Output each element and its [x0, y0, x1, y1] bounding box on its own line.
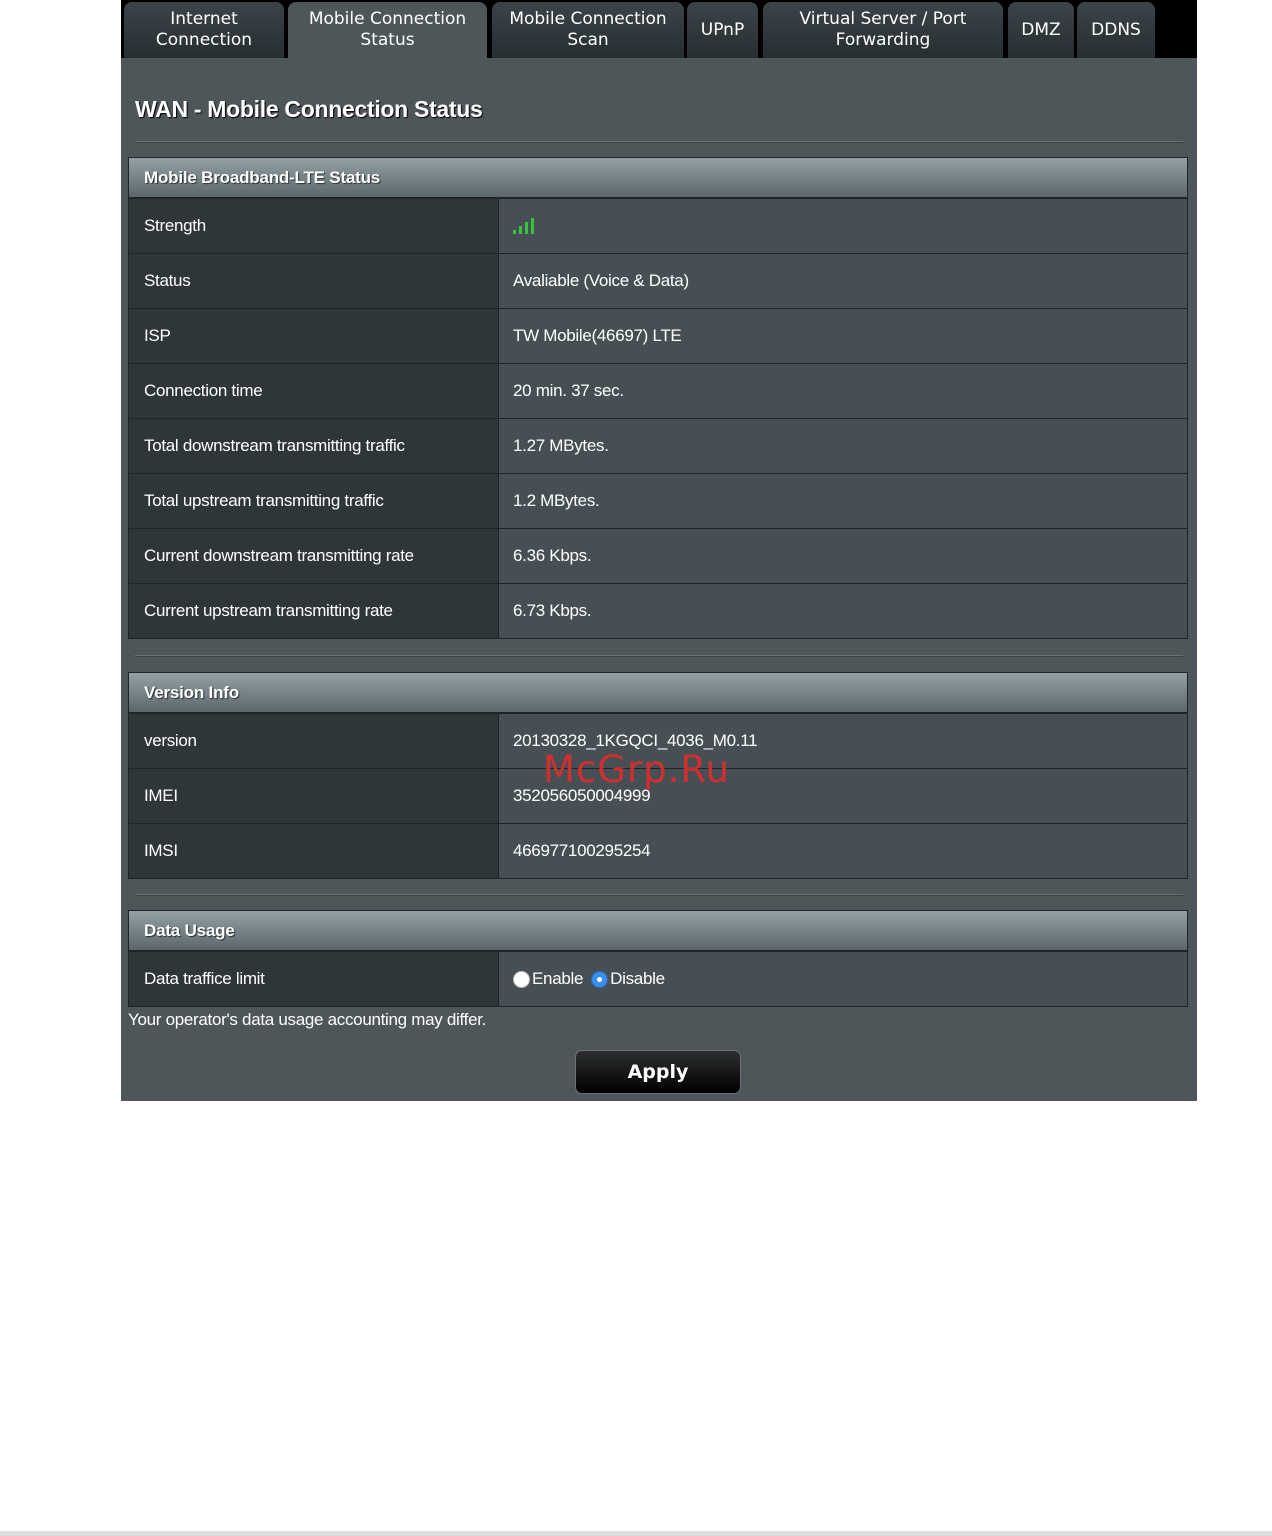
tab-virtual-server-port-forwarding[interactable]: Virtual Server / Port Forwarding — [763, 2, 1003, 58]
row-label: IMSI — [129, 824, 499, 878]
table-row: Total upstream transmitting traffic 1.2 … — [129, 473, 1187, 528]
strength-label: Strength — [129, 199, 499, 253]
row-label: Total downstream transmitting traffic — [129, 419, 499, 473]
row-value: 1.2 MBytes. — [499, 474, 1187, 528]
page-title: WAN - Mobile Connection Status — [135, 96, 483, 122]
row-label: IMEI — [129, 769, 499, 823]
row-value: 20 min. 37 sec. — [499, 364, 1187, 418]
row-value: 1.27 MBytes. — [499, 419, 1187, 473]
watermark: McGrp.Ru — [543, 748, 730, 791]
page-bottom-rule — [0, 1531, 1272, 1536]
lte-status-section: Mobile Broadband-LTE Status Strength Sta… — [128, 157, 1188, 639]
row-value: 6.36 Kbps. — [499, 529, 1187, 583]
enable-radio[interactable] — [513, 970, 530, 988]
signal-strength-icon — [513, 218, 534, 234]
tab-bar: Internet Connection Mobile Connection St… — [121, 0, 1197, 58]
enable-radio-label[interactable]: Enable — [532, 952, 583, 1006]
table-row: IMSI 466977100295254 — [129, 823, 1187, 878]
apply-button[interactable]: Apply — [575, 1050, 741, 1094]
row-value: TW Mobile(46697) LTE — [499, 309, 1187, 363]
strength-value — [499, 199, 1187, 253]
version-info-header: Version Info — [129, 673, 1187, 713]
data-limit-label: Data traffice limit — [129, 952, 499, 1006]
table-row: ISP TW Mobile(46697) LTE — [129, 308, 1187, 363]
data-usage-section: Data Usage Data traffice limit Enable Di… — [128, 910, 1188, 1007]
data-usage-header: Data Usage — [129, 911, 1187, 951]
disable-radio[interactable] — [591, 970, 609, 988]
tab-mobile-connection-scan[interactable]: Mobile Connection Scan — [492, 2, 684, 58]
tab-mobile-connection-status[interactable]: Mobile Connection Status — [288, 2, 487, 58]
table-row: Current upstream transmitting rate 6.73 … — [129, 583, 1187, 638]
lte-status-header: Mobile Broadband-LTE Status — [129, 158, 1187, 198]
row-label: version — [129, 714, 499, 768]
row-label: ISP — [129, 309, 499, 363]
table-row: Data traffice limit Enable Disable — [129, 951, 1187, 1006]
divider — [135, 894, 1183, 896]
table-row: Connection time 20 min. 37 sec. — [129, 363, 1187, 418]
divider — [135, 655, 1183, 657]
tab-upnp[interactable]: UPnP — [687, 2, 758, 58]
table-row: Strength — [129, 198, 1187, 253]
divider — [135, 141, 1183, 143]
tab-internet-connection[interactable]: Internet Connection — [124, 2, 284, 58]
main-panel: Internet Connection Mobile Connection St… — [121, 0, 1197, 1101]
signal-bar — [513, 230, 516, 234]
disable-radio-label[interactable]: Disable — [610, 952, 665, 1006]
signal-bar — [519, 226, 522, 234]
row-label: Current downstream transmitting rate — [129, 529, 499, 583]
row-label: Status — [129, 254, 499, 308]
row-label: Current upstream transmitting rate — [129, 584, 499, 638]
tab-dmz[interactable]: DMZ — [1008, 2, 1074, 58]
tab-ddns[interactable]: DDNS — [1077, 2, 1155, 58]
signal-bar — [531, 218, 534, 234]
row-value: Avaliable (Voice & Data) — [499, 254, 1187, 308]
table-row: Total downstream transmitting traffic 1.… — [129, 418, 1187, 473]
data-limit-options: Enable Disable — [499, 952, 1187, 1006]
row-label: Connection time — [129, 364, 499, 418]
row-label: Total upstream transmitting traffic — [129, 474, 499, 528]
row-value: 6.73 Kbps. — [499, 584, 1187, 638]
signal-bar — [525, 222, 528, 234]
row-value: 466977100295254 — [499, 824, 1187, 878]
table-row: Current downstream transmitting rate 6.3… — [129, 528, 1187, 583]
data-usage-note: Your operator's data usage accounting ma… — [128, 1010, 487, 1029]
table-row: Status Avaliable (Voice & Data) — [129, 253, 1187, 308]
